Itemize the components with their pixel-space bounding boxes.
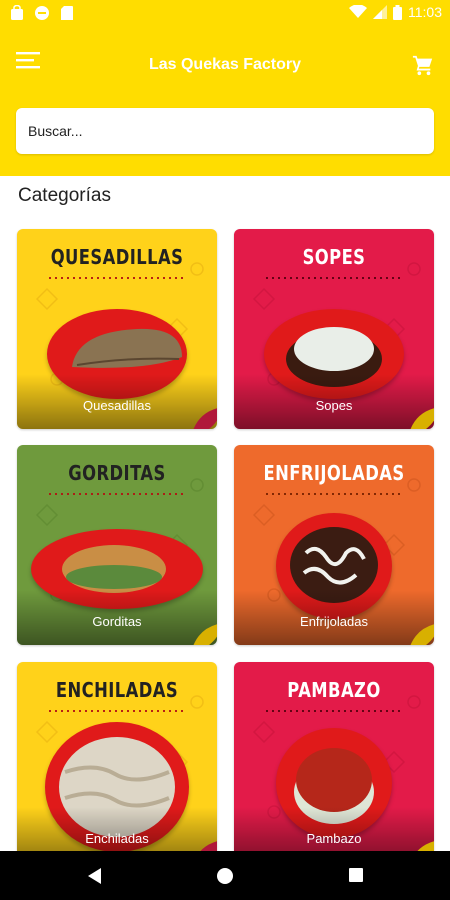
- search-input[interactable]: [26, 122, 424, 140]
- cart-icon: [412, 55, 433, 76]
- status-bar: 11:03: [0, 0, 450, 26]
- category-card-enfrijoladas[interactable]: ENFRIJOLADAS Enfrijoladas: [234, 445, 434, 645]
- category-label: Gorditas: [92, 614, 142, 629]
- status-notifications: [10, 5, 74, 21]
- category-heading: ENCHILADAS: [55, 678, 179, 702]
- dotted-divider: [264, 493, 404, 495]
- wifi-icon: [349, 5, 367, 18]
- category-heading: GORDITAS: [68, 461, 166, 485]
- category-card-pambazo[interactable]: PAMBAZO Pambazo: [234, 662, 434, 862]
- dotted-divider: [47, 493, 187, 495]
- app-title: Las Quekas Factory: [148, 56, 302, 73]
- section-title: Categorías: [18, 185, 111, 206]
- category-card-enchiladas[interactable]: ENCHILADAS Enchiladas: [17, 662, 217, 862]
- category-card-sopes[interactable]: SOPES Sopes: [234, 229, 434, 429]
- app-bar: Las Quekas Factory: [0, 26, 450, 176]
- cart-button[interactable]: [412, 54, 434, 76]
- search-box[interactable]: [16, 108, 434, 154]
- category-heading: PAMBAZO: [287, 678, 381, 702]
- dotted-divider: [264, 710, 404, 712]
- category-heading: QUESADILLAS: [50, 245, 184, 269]
- home-icon: [217, 868, 233, 884]
- bag-icon: [11, 5, 23, 20]
- signal-icon: [373, 5, 387, 19]
- category-heading: SOPES: [302, 245, 366, 269]
- category-label: Sopes: [315, 398, 353, 413]
- status-system: 11:03: [349, 4, 442, 20]
- battery-icon: [393, 4, 402, 20]
- category-label: Enfrijoladas: [300, 614, 368, 629]
- category-label: Pambazo: [306, 831, 362, 846]
- category-label: Quesadillas: [83, 398, 151, 413]
- quesadilla-image: [72, 328, 182, 368]
- category-heading: ENFRIJOLADAS: [263, 461, 405, 485]
- back-icon: [88, 868, 101, 884]
- home-button[interactable]: [216, 867, 234, 890]
- dotted-divider: [264, 277, 404, 279]
- category-card-quesadillas[interactable]: QUESADILLAS Quesadillas: [17, 229, 217, 429]
- category-card-gorditas[interactable]: GORDITAS Gorditas: [17, 445, 217, 645]
- dotted-divider: [47, 710, 187, 712]
- gordita-image: [62, 545, 166, 593]
- back-button[interactable]: [86, 867, 102, 890]
- category-label: Enchiladas: [85, 831, 149, 846]
- navigation-bar: [0, 851, 450, 900]
- status-time: 11:03: [408, 4, 442, 20]
- sd-card-icon: [61, 6, 73, 20]
- dotted-divider: [47, 277, 187, 279]
- recents-button[interactable]: [348, 867, 364, 888]
- recents-icon: [349, 868, 363, 882]
- circle-notification-icon: [35, 6, 49, 20]
